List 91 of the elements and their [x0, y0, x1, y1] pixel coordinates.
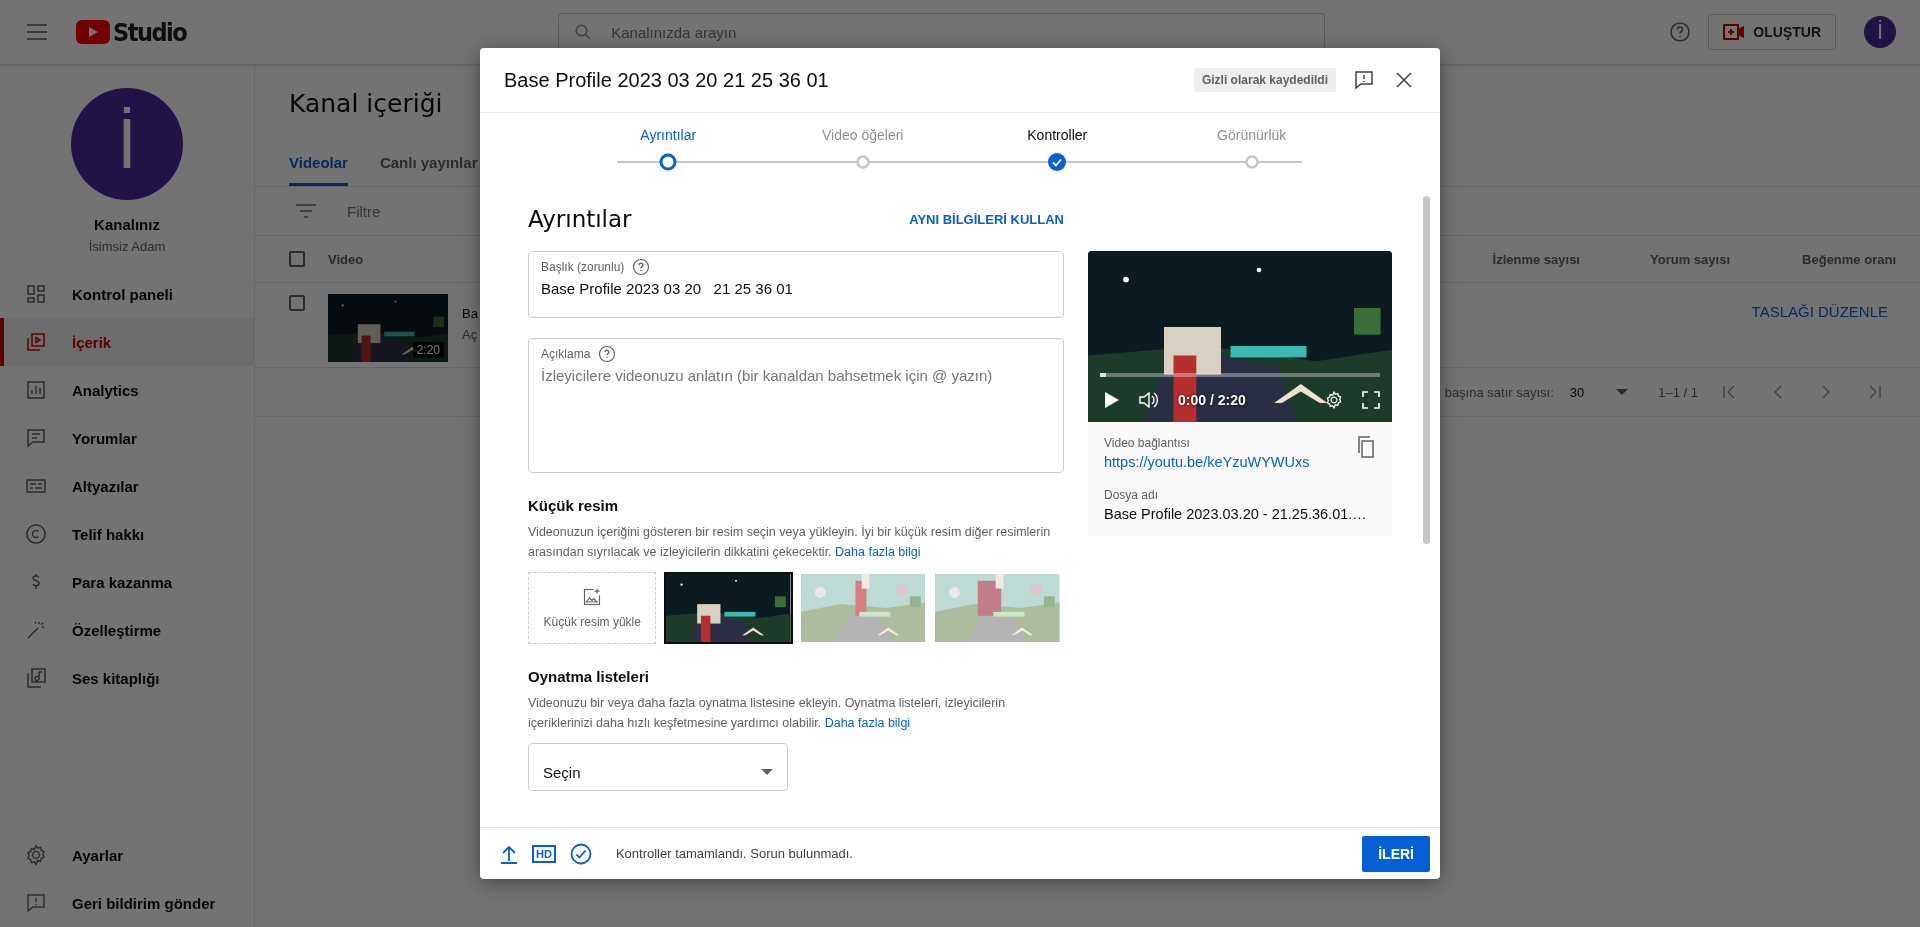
feedback-icon: [24, 891, 48, 915]
dialog-title: Base Profile 2023 03 20 21 25 36 01: [504, 68, 830, 92]
sidebar-item[interactable]: Kontrol paneli: [0, 270, 254, 318]
sidebar-item[interactable]: Altyazılar: [0, 462, 254, 510]
status-badge: Gizli olarak kaydedildi: [1193, 68, 1336, 92]
checkbox[interactable]: [289, 251, 305, 267]
sidebar-item[interactable]: Analytics: [0, 366, 254, 414]
reuse-details-button[interactable]: AYNI BİLGİLERİ KULLAN: [909, 211, 1064, 227]
step[interactable]: Kontroller: [960, 113, 1155, 183]
field-label: Başlık (zorunlu): [541, 260, 625, 274]
step[interactable]: Görünürlük: [1154, 113, 1349, 183]
learn-more-link[interactable]: Daha fazla bilgi: [824, 716, 911, 730]
column-header: Video: [328, 251, 364, 267]
title-field[interactable]: Başlık (zorunlu) Base Profile 2023 03 20 21 25 36 01: [528, 251, 1064, 318]
play-stack-icon: [24, 330, 48, 354]
video-title[interactable]: Ba: [462, 306, 478, 321]
upload-icon: [500, 843, 518, 864]
info-label: Dosya adı: [1104, 488, 1160, 502]
search-field[interactable]: Kanalınızda arayın: [558, 13, 1326, 51]
dashboard-icon: [24, 282, 48, 306]
fullscreen-icon[interactable]: [1362, 391, 1380, 409]
video-description: Aç: [462, 327, 478, 342]
checkbox[interactable]: [289, 295, 305, 311]
copyright-icon: [24, 522, 48, 546]
next-button[interactable]: İLERİ: [1362, 835, 1430, 872]
sidebar-item[interactable]: Ayarlar: [0, 831, 254, 879]
column-header[interactable]: Yorum sayısı: [1650, 251, 1730, 267]
logo-text: Studio: [113, 17, 187, 47]
menu-icon[interactable]: [27, 24, 47, 40]
channel-avatar[interactable]: İ: [71, 88, 183, 200]
sidebar-item[interactable]: Yorumlar: [0, 414, 254, 462]
upload-thumbnail-button[interactable]: Küçük resim yükle: [528, 572, 657, 644]
info-label: Video bağlantısı: [1104, 436, 1191, 450]
sidebar-item[interactable]: Para kazanma: [0, 558, 254, 606]
dropdown-arrow-icon: [761, 769, 773, 775]
duration-badge: 2:20: [412, 342, 444, 358]
sidebar-item[interactable]: Özelleştirme: [0, 606, 254, 654]
video-link[interactable]: https://youtu.be/keYzuWYWUxs: [1104, 454, 1310, 470]
sidebar-item[interactable]: İçerik: [0, 318, 254, 366]
filter-icon[interactable]: [295, 203, 317, 219]
tab[interactable]: Videolar: [289, 144, 348, 186]
step[interactable]: Video öğeleri: [765, 113, 960, 183]
check-circle-icon: [1048, 153, 1067, 171]
page-range: 1–1 / 1: [1658, 384, 1698, 400]
progress-bar[interactable]: [1100, 373, 1380, 377]
column-header[interactable]: İzlenme sayısı: [1492, 251, 1580, 267]
section-heading: Küçük resim: [528, 497, 620, 514]
column-header[interactable]: Beğenme oranı: [1802, 251, 1896, 267]
sidebar-item[interactable]: Geri bildirim gönder: [0, 879, 254, 927]
ring-icon: [659, 153, 678, 171]
sidebar-item[interactable]: Ses kitaplığı: [0, 654, 254, 702]
check-circle-icon: [569, 842, 592, 865]
channel-name: İsimsiz Adam: [88, 239, 166, 254]
play-icon[interactable]: [1104, 391, 1120, 409]
step[interactable]: Ayrıntılar: [571, 113, 766, 183]
field-label: Açıklama: [541, 347, 591, 361]
help-icon[interactable]: [598, 345, 617, 363]
page-title: Kanal içeriği: [289, 88, 443, 120]
help-icon[interactable]: [1668, 20, 1693, 44]
rows-per-page-select[interactable]: 30: [1569, 384, 1629, 400]
status-text: Kontroller tamamlandı. Sorun bulunmadı.: [615, 846, 853, 861]
volume-icon[interactable]: [1138, 390, 1160, 410]
hd-badge: HD: [532, 844, 556, 863]
playlist-select[interactable]: Seçin: [528, 743, 788, 791]
settings-icon: [24, 843, 48, 867]
comment-icon: [24, 426, 48, 450]
chart-icon: [24, 378, 48, 402]
learn-more-link[interactable]: Daha fazla bilgi: [835, 545, 921, 559]
section-description: Videonuzun içeriğini gösteren bir resim seçin veya yükleyin. İyi bir küçük resim diğer resimlerin arasından sıyrılacak ve izleyicilerin dikkatini çekecektir. Daha fazla bilgi: [528, 524, 1052, 561]
rows-per-page-label: başına satır sayısı:: [1444, 384, 1554, 400]
play-logo-icon: [76, 20, 110, 44]
copy-icon[interactable]: [1356, 436, 1376, 458]
channel-label: Kanalınız: [94, 216, 160, 233]
tab[interactable]: Canlı yayınlar: [379, 144, 478, 186]
image-plus-icon: [582, 587, 603, 607]
feedback-icon[interactable]: [1352, 68, 1376, 92]
music-library-icon: [24, 666, 48, 690]
help-icon[interactable]: [632, 258, 651, 276]
create-button[interactable]: OLUŞTUR: [1708, 14, 1836, 50]
search-icon: [574, 23, 593, 41]
edit-draft-link[interactable]: TASLAĞI DÜZENLE: [1751, 303, 1888, 320]
sidebar-item[interactable]: Telif hakkı: [0, 510, 254, 558]
scrollbar[interactable]: [1423, 196, 1430, 544]
avatar[interactable]: İ: [1864, 16, 1896, 48]
dropdown-arrow-icon: [1616, 389, 1629, 395]
settings-icon[interactable]: [1324, 390, 1344, 410]
file-name: Base Profile 2023.03.20 - 21.25.36.01.…: [1104, 506, 1368, 522]
description-field[interactable]: Açıklama İzleyicilere videonuzu anlatın (bir kanaldan bahsetmek için @ yazın): [528, 338, 1064, 473]
section-description: Videonuzu bir veya daha fazla oynatma listesine ekleyin. Oynatma listeleri, izleyicilerin içeriklerinizi daha hızlı keşfetmesine yardımcı olabilir. Daha fazla bilgi: [528, 695, 1007, 732]
video-plus-icon: [1723, 24, 1746, 40]
section-heading: Oynatma listeleri: [528, 668, 650, 685]
